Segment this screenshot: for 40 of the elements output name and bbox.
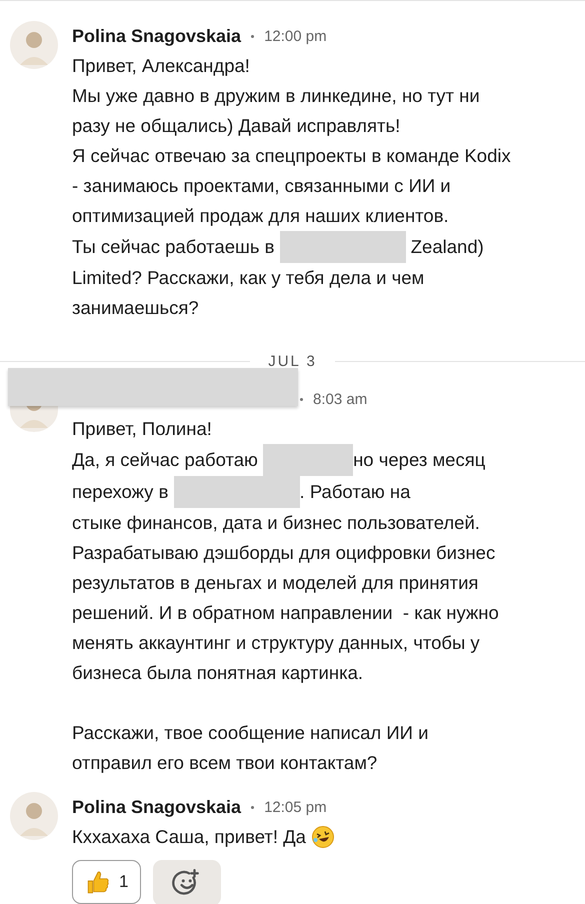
separator-dot — [300, 398, 303, 400]
message-text: Привет, Александра! — [72, 54, 250, 78]
message-text: Да, я сейчас работаю — [72, 448, 259, 472]
message-text: менять аккаунтинг и структуру данных, чтобы у — [72, 631, 480, 655]
message-text: результатов в деньгах и моделей для принятия — [72, 571, 478, 595]
separator-dot — [251, 806, 254, 808]
message-text: решений. И в обратном направлении - как нужно — [72, 601, 499, 625]
message-text: Кххахаха Саша, привет! Да — [72, 825, 307, 849]
message-text: Мы уже давно в дружим в линкедине, но тут ни — [72, 84, 480, 108]
thumbs-up-icon — [85, 869, 111, 895]
message-text: - занимаюсь проектами, связанными с ИИ и — [72, 174, 451, 198]
message-text: оптимизацией продаж для наших клиентов. — [72, 204, 449, 228]
avatar[interactable] — [10, 21, 58, 69]
date-divider: JUL 3 — [268, 353, 317, 370]
laughing-face-icon — [311, 825, 336, 849]
message-text: Limited? Расскажи, как у тебя дела и чем — [72, 266, 424, 290]
message-text: Zealand) — [410, 235, 484, 259]
add-reaction-button[interactable] — [153, 860, 222, 904]
message-text: Я сейчас отвечаю за спецпроекты в команде Kodix — [72, 144, 511, 168]
message-text: бизнеса была понятная картинка. — [72, 661, 364, 685]
message-time: 8:03 am — [313, 390, 368, 408]
message-text: Ты сейчас работаешь в — [72, 235, 276, 259]
message-text: отправил его всем твои контактам? — [72, 751, 378, 775]
message-text: Расскажи, твое сообщение написал ИИ и — [72, 721, 428, 745]
message-text: Привет, Полина! — [72, 417, 212, 441]
sender-name[interactable]: Polina Snagovskaia — [72, 796, 242, 818]
avatar[interactable] — [10, 406, 58, 432]
reaction-button[interactable]: 1 — [72, 860, 142, 904]
message-text: разу не общались) Давай исправлять! — [72, 114, 400, 138]
message-text: стыке финансов, дата и бизнес пользователей. — [72, 511, 480, 535]
avatar[interactable] — [10, 792, 58, 840]
message-time: 12:05 pm — [264, 798, 327, 816]
separator-dot — [251, 34, 254, 38]
message-text: Разрабатываю дэшборды для оцифровки бизнес — [72, 541, 496, 565]
message-text: перехожу в — [72, 480, 170, 504]
message-time: 12:00 pm — [264, 28, 327, 44]
message-text: занимаешься? — [72, 296, 199, 320]
sender-name[interactable]: Polina Snagovskaia — [72, 26, 242, 46]
message-text: . Работаю на — [300, 480, 410, 504]
message-text: но через месяц — [353, 448, 486, 472]
